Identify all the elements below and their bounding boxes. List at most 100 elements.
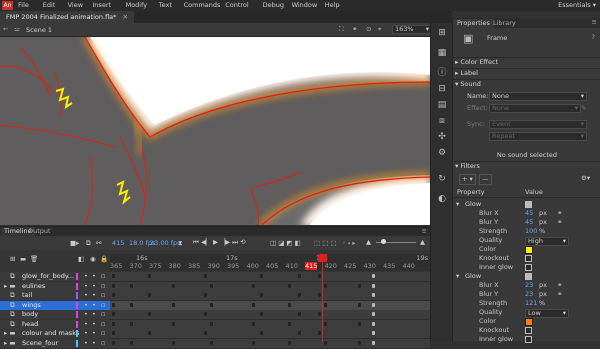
keyframe-marker[interactable] — [148, 331, 151, 335]
layer-name[interactable]: tail — [22, 291, 32, 300]
loop-icon[interactable]: ⟲ — [240, 238, 245, 246]
zoom-slider-thumb[interactable] — [381, 239, 386, 244]
keyframe-nav-icons[interactable]: ◦ ⬩ ▸ — [342, 239, 356, 248]
link-icon[interactable]: ⚭ — [557, 290, 562, 299]
add-filter-button[interactable]: + ▾ — [459, 174, 476, 185]
outline-icon[interactable]: ▫ — [101, 272, 105, 281]
keyframe-marker[interactable] — [252, 321, 255, 326]
keyframe-marker[interactable] — [298, 331, 301, 335]
onion-skin-icons[interactable]: ◫ ◪ ◩ ◧ — [270, 239, 301, 247]
layer-frames[interactable] — [110, 281, 430, 292]
keyframe-marker[interactable] — [318, 293, 321, 297]
keyframe-marker[interactable] — [172, 302, 175, 307]
keyframe-marker[interactable] — [130, 321, 133, 326]
layer-name[interactable]: body — [22, 310, 38, 319]
layer-frames[interactable] — [110, 300, 430, 311]
section-sound[interactable]: ▾ Sound — [453, 79, 600, 89]
keyframe-marker[interactable] — [260, 274, 263, 278]
layer-icon[interactable]: ⧉ — [10, 291, 15, 300]
link-icon[interactable]: ⚭ — [557, 281, 562, 290]
properties-panel-icon[interactable]: ⊞ — [436, 27, 448, 39]
visibility-dot-icon[interactable]: • — [84, 282, 88, 291]
color-icon[interactable]: ◐ — [436, 193, 448, 205]
layer-row[interactable]: ▸ ▬ eulines • • ▫ — [0, 281, 110, 291]
edit-scene-icon[interactable]: ⛶ — [339, 25, 344, 34]
keyframe-marker[interactable] — [204, 312, 207, 316]
lock-dot-icon[interactable]: • — [92, 282, 96, 291]
close-icon[interactable]: ✕ — [122, 13, 127, 21]
layer-row[interactable]: ⧉ body • • ▫ — [0, 310, 110, 319]
keyframe-marker[interactable] — [288, 302, 291, 307]
frame-ruler[interactable]: 16s17s18s19s3653703753803853903954004054… — [110, 254, 430, 271]
playhead-marker[interactable] — [318, 254, 327, 262]
lock-dot-icon[interactable]: • — [92, 320, 96, 329]
panel-menu-icon[interactable]: ≡ — [422, 227, 427, 236]
show-all-icon[interactable]: ◉ — [90, 255, 96, 263]
menu-file[interactable]: File — [18, 1, 29, 10]
elapsed-time[interactable]: 23.00 fps — [150, 239, 181, 247]
keyframe-marker[interactable] — [324, 321, 327, 326]
section-color-effect[interactable]: ▸ Color Effect — [453, 57, 600, 67]
remove-filter-button[interactable]: — — [479, 174, 492, 185]
keyframe-marker[interactable] — [324, 302, 327, 307]
current-frame[interactable]: 415 — [112, 239, 124, 247]
zoom-in-icon[interactable]: ▲ — [420, 238, 425, 246]
keyframe-marker[interactable] — [318, 274, 321, 278]
motion-presets-icon[interactable]: ✣ — [436, 131, 448, 143]
lock-dot-icon[interactable]: • — [92, 301, 96, 310]
layer-frames[interactable] — [110, 338, 430, 349]
keyframe-marker[interactable] — [358, 321, 361, 326]
keyframe-marker[interactable] — [288, 283, 291, 288]
link-icon[interactable]: ⚭ — [557, 218, 562, 227]
property-checkbox[interactable] — [525, 327, 532, 334]
end-frame-marker[interactable] — [372, 283, 375, 288]
keyframe-marker[interactable] — [130, 340, 133, 345]
transform-icon[interactable]: ⧈ — [436, 115, 448, 127]
property-value[interactable]: 45 — [525, 209, 533, 218]
end-frame-marker[interactable] — [372, 293, 375, 297]
menu-insert[interactable]: Insert — [92, 1, 111, 10]
keyframe-marker[interactable] — [204, 274, 207, 278]
keyframe-marker[interactable] — [358, 302, 361, 307]
sound-name-select[interactable]: None ▾ — [489, 92, 587, 101]
keyframe-marker[interactable] — [112, 283, 115, 288]
visibility-dot-icon[interactable]: • — [84, 310, 88, 319]
fast-forward-icon[interactable]: ⏭ — [232, 238, 238, 246]
keyframe-marker[interactable] — [288, 321, 291, 326]
rotate-stage-icon[interactable]: ⊙ — [366, 25, 371, 33]
keyframe-marker[interactable] — [318, 312, 321, 316]
layer-frames[interactable] — [110, 272, 430, 282]
layer-name[interactable]: glow_for_body... — [22, 272, 74, 281]
layer-icon[interactable]: ⧉ — [10, 310, 15, 319]
keyframe-marker[interactable] — [204, 293, 207, 297]
keyframe-marker[interactable] — [324, 283, 327, 288]
keyframe-marker[interactable] — [318, 331, 321, 335]
layer-icon[interactable]: ⧉ — [10, 272, 15, 281]
step-forward-icon[interactable]: ▕▶ — [220, 238, 230, 246]
outline-icon[interactable]: ▫ — [101, 301, 105, 310]
end-frame-marker[interactable] — [372, 312, 375, 316]
outline-icon[interactable]: ▫ — [101, 291, 105, 300]
property-value[interactable]: 23 — [525, 290, 533, 299]
keyframe-marker[interactable] — [112, 340, 115, 345]
tab-properties[interactable]: Properties — [453, 19, 494, 28]
menu-help[interactable]: Help — [325, 1, 340, 10]
visibility-dot-icon[interactable]: • — [84, 291, 88, 300]
step-back-icon[interactable]: ◀▏ — [201, 238, 211, 246]
property-checkbox[interactable] — [525, 255, 532, 262]
info-icon[interactable]: ⓘ — [436, 67, 448, 79]
lock-all-icon[interactable]: 🔒 — [100, 255, 108, 263]
align-icon[interactable]: ⊟ — [436, 83, 448, 95]
history-icon[interactable]: ↻ — [436, 173, 448, 185]
folder-icon[interactable]: ▸ ▬ — [4, 339, 15, 348]
filter-enable-checkbox[interactable] — [525, 200, 532, 209]
section-label[interactable]: ▸ Label — [453, 68, 600, 78]
new-folder-icon[interactable]: ▬ — [20, 255, 26, 263]
layer-depth-icon[interactable]: ⧉ — [86, 239, 91, 248]
layer-name[interactable]: wings — [22, 301, 41, 310]
property-value[interactable]: 121 — [525, 299, 537, 308]
layer-frames[interactable] — [110, 329, 430, 339]
keyframe-marker[interactable] — [148, 293, 151, 297]
sound-sync-select[interactable]: Event ▾ — [489, 120, 587, 129]
property-checkbox[interactable] — [525, 264, 532, 271]
